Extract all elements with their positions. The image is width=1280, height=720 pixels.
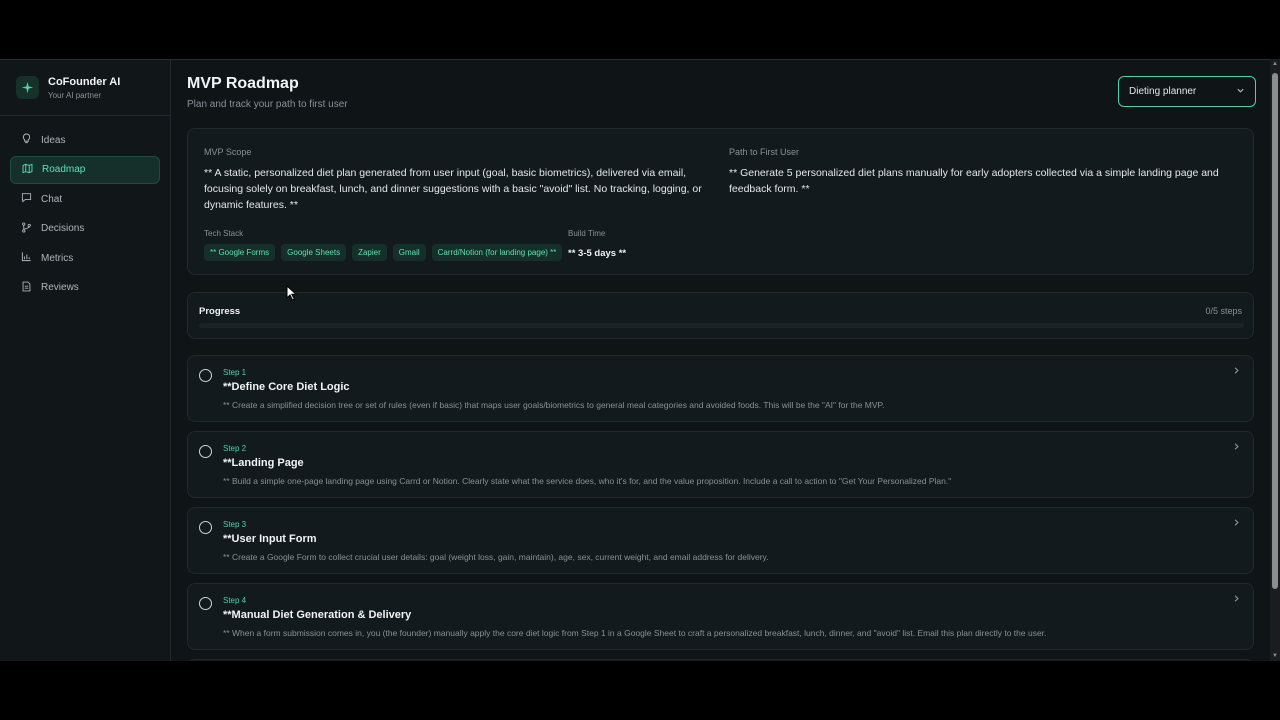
sidebar-item-label: Ideas [41,134,66,146]
step-checkbox[interactable] [199,445,212,458]
progress-count: 0/5 steps [1205,306,1242,316]
step-card[interactable]: Step 2 **Landing Page ** Build a simple … [187,431,1254,498]
tech-chip: Carrd/Notion (for landing page) ** [431,244,563,261]
sparkle-icon [16,76,39,99]
step-title: **Landing Page [223,457,304,469]
step-checkbox[interactable] [199,521,212,534]
sidebar-item-chat[interactable]: Chat [10,185,160,213]
document-icon [20,281,33,295]
tech-stack-label: Tech Stack [204,229,244,238]
scroll-thumb[interactable] [1272,73,1278,589]
sidebar-item-label: Reviews [41,282,79,293]
sidebar-item-label: Decisions [41,223,85,234]
step-number: Step 2 [223,444,247,453]
lightbulb-icon [20,133,33,147]
step-description: ** Build a simple one-page landing page … [223,476,952,486]
brand-subtitle: Your AI partner [48,90,102,100]
step-number: Step 3 [223,520,247,529]
chevron-right-icon[interactable] [1232,518,1241,530]
bar-chart-icon [20,251,33,265]
tech-chip: ** Google Forms [204,244,276,261]
main-content: MVP Roadmap Plan and track your path to … [172,60,1270,661]
chevron-right-icon[interactable] [1232,594,1241,606]
chevron-down-icon [1236,86,1245,97]
step-title: **Define Core Diet Logic [223,381,350,393]
branch-icon [20,221,33,236]
step-card[interactable]: Step 3 **User Input Form ** Create a Goo… [187,507,1254,574]
project-select-value: Dieting planner [1129,86,1197,97]
mouse-cursor-icon [286,285,298,301]
step-card-partial[interactable] [187,659,1254,661]
map-icon [21,163,34,177]
path-text: ** Generate 5 personalized diet plans ma… [729,167,1219,195]
progress-bar [199,323,1244,328]
step-title: **Manual Diet Generation & Delivery [223,609,412,621]
tech-stack: Tech Stack ** Google Forms Google Sheets… [204,229,563,261]
scope-card: MVP Scope ** A static, personalized diet… [187,128,1254,275]
tech-chip: Google Sheets [281,244,347,261]
tech-chips: ** Google Forms Google Sheets Zapier Gma… [204,244,563,261]
sidebar: CoFounder AI Your AI partner Ideas Roadm… [0,60,171,661]
page-subtitle: Plan and track your path to first user [187,99,348,110]
progress-card: Progress 0/5 steps [187,292,1254,339]
project-select[interactable]: Dieting planner [1118,76,1256,107]
scroll-down-icon[interactable]: ▼ [1272,653,1278,659]
sidebar-item-label: Roadmap [42,164,86,175]
chat-bubble-icon [20,192,33,206]
sidebar-item-ideas[interactable]: Ideas [10,126,160,154]
page-title: MVP Roadmap [187,75,299,92]
step-description: ** Create a simplified decision tree or … [223,400,885,410]
sidebar-item-label: Metrics [41,252,74,264]
scrollbar[interactable]: ▲ ▼ [1270,59,1280,661]
step-number: Step 1 [223,368,247,377]
build-time-value: ** 3-5 days ** [568,248,627,259]
step-card[interactable]: Step 4 **Manual Diet Generation & Delive… [187,583,1254,650]
tech-chip: Zapier [352,244,387,261]
path-label: Path to First User [729,147,800,157]
brand[interactable]: CoFounder AI Your AI partner [0,60,170,116]
step-description: ** When a form submission comes in, you … [223,628,1047,638]
app-window: CoFounder AI Your AI partner Ideas Roadm… [0,59,1270,661]
sidebar-item-reviews[interactable]: Reviews [10,274,160,302]
step-title: **User Input Form [223,533,317,545]
brand-name: CoFounder AI [48,75,121,88]
sidebar-item-decisions[interactable]: Decisions [10,215,160,243]
scroll-up-icon[interactable]: ▲ [1272,61,1278,67]
step-description: ** Create a Google Form to collect cruci… [223,552,769,562]
sidebar-item-roadmap[interactable]: Roadmap [10,155,160,184]
path-to-first-user: Path to First User ** Generate 5 persona… [729,147,1239,197]
sidebar-item-label: Chat [41,193,63,205]
step-checkbox[interactable] [199,369,212,382]
build-time: Build Time ** 3-5 days ** [568,229,626,259]
step-card[interactable]: Step 1 **Define Core Diet Logic ** Creat… [187,355,1254,422]
tech-chip: Gmail [392,244,426,261]
sidebar-item-metrics[interactable]: Metrics [10,244,160,272]
mvp-scope: MVP Scope ** A static, personalized diet… [204,147,719,213]
progress-label: Progress [199,306,241,317]
sidebar-nav: Ideas Roadmap Chat Decisions Metrics Rev… [0,116,170,313]
mvp-scope-text: ** A static, personalized diet plan gene… [204,167,702,211]
chevron-right-icon[interactable] [1232,442,1241,454]
step-checkbox[interactable] [199,597,212,610]
chevron-right-icon[interactable] [1232,366,1241,378]
step-number: Step 4 [223,596,247,605]
mvp-scope-label: MVP Scope [204,147,252,157]
build-time-label: Build Time [568,229,606,238]
